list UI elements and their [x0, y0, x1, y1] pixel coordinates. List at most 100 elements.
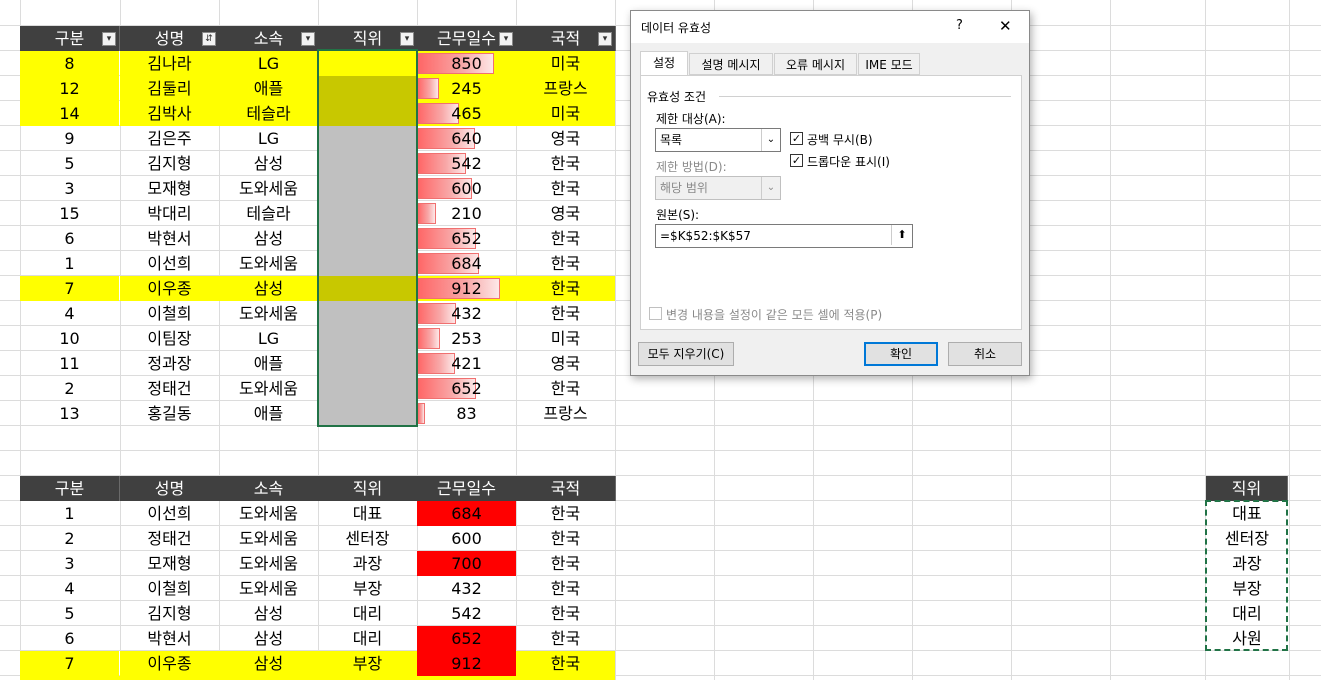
- table2-org-cell[interactable]: 삼성: [219, 601, 318, 626]
- table2-row-number[interactable]: 3: [20, 551, 119, 576]
- table1-nat-cell[interactable]: 미국: [516, 101, 615, 126]
- table1-row-number[interactable]: 11: [20, 351, 119, 376]
- column-header[interactable]: 소속 ▾: [219, 26, 319, 51]
- table1-days-cell[interactable]: 912: [417, 276, 516, 301]
- table1-days-cell[interactable]: 421: [417, 351, 516, 376]
- table2-position-cell[interactable]: 과장: [318, 551, 417, 576]
- table1-days-cell[interactable]: 245: [417, 76, 516, 101]
- table1-name-cell[interactable]: 이선희: [120, 251, 219, 276]
- table1-days-cell[interactable]: 432: [417, 301, 516, 326]
- table2-position-cell[interactable]: 대리: [318, 601, 417, 626]
- table1-org-cell[interactable]: 테슬라: [219, 201, 318, 226]
- table1-name-cell[interactable]: 정태건: [120, 376, 219, 401]
- table1-nat-cell[interactable]: 프랑스: [516, 76, 615, 101]
- table2-row-number[interactable]: 6: [20, 626, 119, 651]
- table1-name-cell[interactable]: 김나라: [120, 51, 219, 76]
- table2-position-cell[interactable]: 대표: [318, 501, 417, 526]
- table1-days-cell[interactable]: 465: [417, 101, 516, 126]
- table2-org-cell[interactable]: 도와세움: [219, 576, 318, 601]
- close-icon[interactable]: ✕: [999, 17, 1012, 35]
- table1-row-number[interactable]: 5: [20, 151, 119, 176]
- table2-org-cell[interactable]: 도와세움: [219, 526, 318, 551]
- table1-nat-cell[interactable]: 영국: [516, 201, 615, 226]
- filter-dropdown-icon[interactable]: ▾: [301, 32, 315, 46]
- table2-name-cell[interactable]: 박현서: [120, 626, 219, 651]
- table1-name-cell[interactable]: 김박사: [120, 101, 219, 126]
- table2-name-cell[interactable]: 모재형: [120, 551, 219, 576]
- table2-days-cell[interactable]: 700: [417, 551, 516, 576]
- table1-name-cell[interactable]: 정과장: [120, 351, 219, 376]
- table1-nat-cell[interactable]: 한국: [516, 276, 615, 301]
- filter-dropdown-icon[interactable]: ⇵: [202, 32, 216, 46]
- table1-org-cell[interactable]: 애플: [219, 351, 318, 376]
- table1-row-number[interactable]: 10: [20, 326, 119, 351]
- column-header[interactable]: 국적 ▾: [516, 26, 616, 51]
- table2-nat-cell[interactable]: 한국: [516, 626, 615, 651]
- column-header[interactable]: 직위 ▾: [318, 26, 418, 51]
- table1-org-cell[interactable]: 도와세움: [219, 251, 318, 276]
- table1-org-cell[interactable]: 도와세움: [219, 376, 318, 401]
- table1-nat-cell[interactable]: 미국: [516, 326, 615, 351]
- table1-row-number[interactable]: 6: [20, 226, 119, 251]
- table2-nat-cell[interactable]: 한국: [516, 551, 615, 576]
- table1-row-number[interactable]: 8: [20, 51, 119, 76]
- allow-select[interactable]: 목록 ⌄: [655, 128, 781, 152]
- table1-days-cell[interactable]: 850: [417, 51, 516, 76]
- table1-nat-cell[interactable]: 미국: [516, 51, 615, 76]
- table1-org-cell[interactable]: 도와세움: [219, 176, 318, 201]
- table1-name-cell[interactable]: 모재형: [120, 176, 219, 201]
- table1-nat-cell[interactable]: 한국: [516, 151, 615, 176]
- table2-row-number[interactable]: 7: [20, 651, 119, 676]
- table2-nat-cell[interactable]: 한국: [516, 526, 615, 551]
- table1-days-cell[interactable]: 83: [417, 401, 516, 426]
- table2-org-cell[interactable]: 삼성: [219, 651, 318, 676]
- dropdown-checkbox[interactable]: ✓: [790, 154, 803, 167]
- table1-row-number[interactable]: 15: [20, 201, 119, 226]
- table2-row-number[interactable]: 1: [20, 501, 119, 526]
- table2-days-cell[interactable]: 600: [417, 526, 516, 551]
- filter-dropdown-icon[interactable]: ▾: [102, 32, 116, 46]
- table1-org-cell[interactable]: 애플: [219, 401, 318, 426]
- table2-position-cell[interactable]: 부장: [318, 651, 417, 676]
- tab-error-alert[interactable]: 오류 메시지: [774, 53, 857, 75]
- table1-org-cell[interactable]: 도와세움: [219, 301, 318, 326]
- apply-all-checkbox[interactable]: [649, 307, 662, 320]
- table1-days-cell[interactable]: 210: [417, 201, 516, 226]
- cancel-button[interactable]: 취소: [948, 342, 1022, 366]
- table2-name-cell[interactable]: 정태건: [120, 526, 219, 551]
- table1-days-cell[interactable]: 652: [417, 376, 516, 401]
- table1-row-number[interactable]: 7: [20, 276, 119, 301]
- table2-nat-cell[interactable]: 한국: [516, 501, 615, 526]
- table2-days-cell[interactable]: 652: [417, 626, 516, 651]
- table1-nat-cell[interactable]: 한국: [516, 376, 615, 401]
- table2-org-cell[interactable]: 삼성: [219, 626, 318, 651]
- table2-org-cell[interactable]: 도와세움: [219, 551, 318, 576]
- table1-nat-cell[interactable]: 영국: [516, 126, 615, 151]
- table1-row-number[interactable]: 14: [20, 101, 119, 126]
- table1-days-cell[interactable]: 640: [417, 126, 516, 151]
- source-input[interactable]: =$K$52:$K$57: [655, 224, 913, 248]
- table1-row-number[interactable]: 2: [20, 376, 119, 401]
- table1-row-number[interactable]: 9: [20, 126, 119, 151]
- ignore-blank-checkbox[interactable]: ✓: [790, 132, 803, 145]
- table1-days-cell[interactable]: 684: [417, 251, 516, 276]
- filter-dropdown-icon[interactable]: ▾: [400, 32, 414, 46]
- table2-name-cell[interactable]: 김지형: [120, 601, 219, 626]
- tab-input-message[interactable]: 설명 메시지: [689, 53, 773, 75]
- column-header[interactable]: 근무일수 ▾: [417, 26, 517, 51]
- table1-name-cell[interactable]: 이팀장: [120, 326, 219, 351]
- chevron-down-icon[interactable]: ⌄: [761, 129, 780, 151]
- table1-name-cell[interactable]: 이철희: [120, 301, 219, 326]
- table1-org-cell[interactable]: LG: [219, 326, 318, 351]
- table1-days-cell[interactable]: 600: [417, 176, 516, 201]
- table1-org-cell[interactable]: 삼성: [219, 151, 318, 176]
- filter-dropdown-icon[interactable]: ▾: [598, 32, 612, 46]
- table1-row-number[interactable]: 4: [20, 301, 119, 326]
- selected-range[interactable]: [317, 49, 418, 427]
- tab-ime-mode[interactable]: IME 모드: [858, 53, 920, 75]
- table1-org-cell[interactable]: LG: [219, 51, 318, 76]
- table1-name-cell[interactable]: 박대리: [120, 201, 219, 226]
- table2-row-number[interactable]: 2: [20, 526, 119, 551]
- column-header[interactable]: 구분 ▾: [20, 26, 120, 51]
- table1-nat-cell[interactable]: 한국: [516, 176, 615, 201]
